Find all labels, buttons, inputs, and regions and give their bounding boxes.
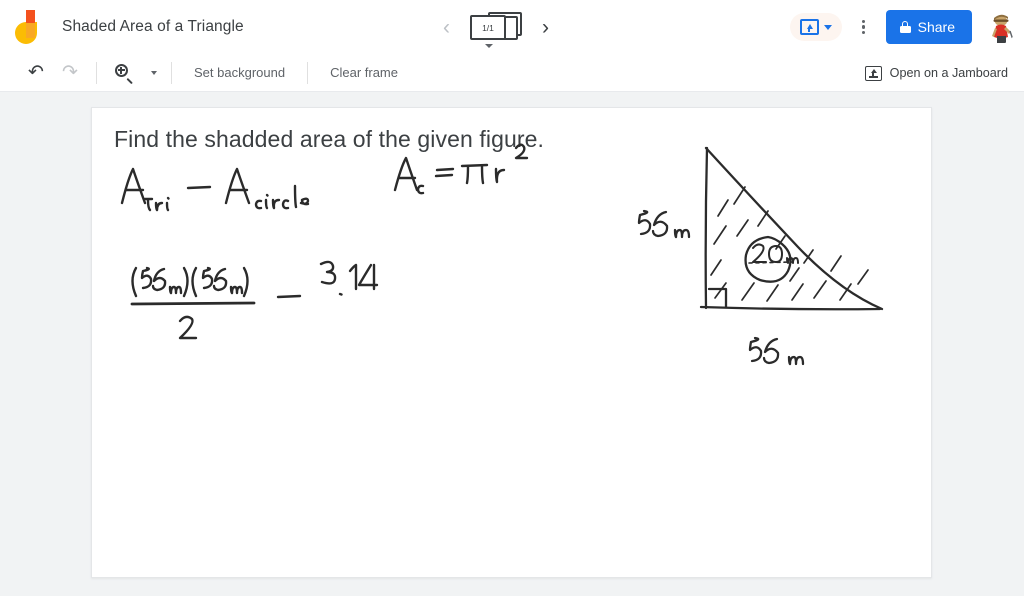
undo-button[interactable]: ↷ (19, 56, 53, 90)
user-avatar[interactable] (982, 10, 1016, 44)
redo-icon: ↷ (62, 62, 78, 83)
open-on-jamboard-button[interactable]: Open on a Jamboard (864, 54, 1008, 92)
lock-icon (899, 21, 911, 33)
redo-button[interactable]: ↷ (53, 56, 87, 90)
toolbar-divider (171, 61, 172, 84)
zoom-in-icon (114, 64, 133, 85)
triangle-figure (699, 146, 884, 311)
previous-frame-button[interactable]: ‹ (437, 13, 456, 42)
share-button-label: Share (917, 19, 955, 35)
zoom-button[interactable] (106, 56, 140, 90)
chevron-down-icon (823, 24, 832, 30)
open-on-jamboard-icon (864, 65, 882, 81)
frame-navigation: ‹ 1/1 › (437, 0, 555, 54)
jamboard-logo-icon[interactable] (0, 10, 56, 44)
jamboard-app: Shaded Area of a Triangle ‹ 1/1 › Share … (0, 0, 1024, 596)
toolbar-divider (96, 61, 97, 84)
zoom-dropdown-button[interactable] (151, 70, 157, 75)
top-bar: Shaded Area of a Triangle ‹ 1/1 › Share (0, 0, 1024, 54)
frame-counter-label: 1/1 (470, 15, 506, 40)
next-frame-button[interactable]: › (536, 13, 555, 42)
clear-frame-button[interactable]: Clear frame (317, 65, 411, 80)
present-icon (799, 19, 819, 35)
open-on-jamboard-label: Open on a Jamboard (889, 66, 1008, 80)
share-button[interactable]: Share (885, 10, 972, 44)
handwritten-ink-layer (120, 143, 884, 366)
set-background-button[interactable]: Set background (181, 65, 298, 80)
frame-counter-widget[interactable]: 1/1 (470, 10, 522, 48)
jam-frame-canvas[interactable]: Find the shadded area of the given figur… (91, 107, 932, 578)
edit-toolbar: ↷ ↷ Set background Clear frame Open on a… (0, 54, 1024, 92)
toolbar-divider (307, 61, 309, 84)
document-title[interactable]: Shaded Area of a Triangle (62, 18, 244, 36)
undo-icon: ↷ (28, 62, 44, 83)
chevron-down-icon (485, 44, 493, 48)
more-options-button[interactable] (847, 10, 881, 44)
present-button[interactable] (789, 13, 842, 41)
canvas-area[interactable]: Find the shadded area of the given figur… (0, 92, 1024, 596)
top-bar-actions: Share (789, 0, 1016, 54)
